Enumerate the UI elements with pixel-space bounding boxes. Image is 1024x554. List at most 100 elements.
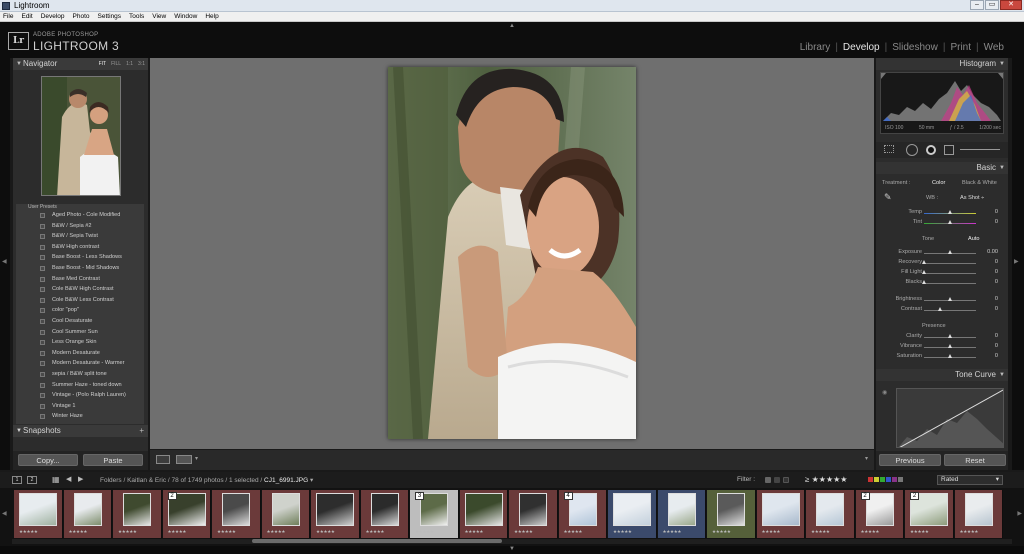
flag-filter-rejected-icon[interactable] — [783, 477, 789, 483]
filmstrip-thumbnail[interactable] — [761, 493, 800, 526]
slider-knob[interactable] — [948, 344, 952, 348]
collapse-right-panel-icon[interactable]: ▶ — [1014, 258, 1019, 265]
stack-count-badge[interactable]: 2 — [167, 492, 177, 500]
navigator-header[interactable]: ▼ Navigator FIT FILL 1:1 3:1 — [13, 58, 148, 70]
filmstrip-cell[interactable]: ★★★★★ — [212, 490, 261, 538]
slider-value[interactable]: 0 — [995, 259, 998, 265]
filmstrip-thumbnail[interactable] — [123, 493, 152, 526]
slider-track[interactable] — [924, 273, 976, 274]
thumbnail-rating[interactable]: ★★★★★ — [514, 529, 533, 535]
main-window-button[interactable]: 1 — [12, 476, 22, 484]
close-button[interactable]: ✕ — [1000, 0, 1022, 10]
source-dropdown-icon[interactable]: ▾ — [310, 477, 313, 484]
filmstrip-thumbnail[interactable] — [222, 493, 251, 526]
filmstrip-scroll-thumb[interactable] — [252, 539, 502, 543]
view-options-dropdown-icon[interactable]: ▾ — [195, 455, 198, 462]
filmstrip-cell[interactable]: ★★★★★ — [459, 490, 508, 538]
filmstrip-cell[interactable]: ★★★★★ — [756, 490, 805, 538]
tone-auto-button[interactable]: Auto — [968, 236, 980, 242]
slider-knob[interactable] — [948, 334, 952, 338]
thumbnail-rating[interactable]: ★★★★★ — [465, 529, 484, 535]
loupe-view[interactable] — [150, 58, 874, 449]
module-develop[interactable]: Develop — [843, 42, 880, 53]
thumbnail-rating[interactable]: ★★★★★ — [217, 529, 236, 535]
filmstrip-cell[interactable]: ★★★★★ — [261, 490, 310, 538]
zoom-1-1[interactable]: 1:1 — [126, 58, 133, 70]
maximize-button[interactable]: ▭ — [985, 0, 999, 10]
thumbnail-rating[interactable]: ★★★★★ — [960, 529, 979, 535]
thumbnail-rating[interactable]: ★★★★★ — [663, 529, 682, 535]
filmstrip-cell[interactable]: ★★★★★ — [113, 490, 162, 538]
slider-brightness[interactable]: Brightness 0 — [876, 295, 1008, 305]
filmstrip-thumbnail[interactable] — [816, 493, 845, 526]
graduated-filter-icon[interactable] — [944, 145, 954, 155]
preset-item[interactable]: Vintage 1 — [16, 401, 144, 412]
filmstrip-thumbnail[interactable] — [667, 493, 696, 526]
color-label-yellow[interactable] — [874, 477, 879, 482]
preset-item[interactable]: Modern Desaturate — [16, 348, 144, 359]
slider-value[interactable]: 0 — [995, 279, 998, 285]
red-eye-icon[interactable] — [926, 145, 936, 155]
menu-develop[interactable]: Develop — [41, 12, 65, 21]
menu-file[interactable]: File — [3, 12, 13, 21]
filmstrip-thumbnail[interactable] — [316, 493, 355, 526]
filmstrip-cell-selected[interactable]: 3 ★★★★★ — [410, 490, 459, 538]
menu-tools[interactable]: Tools — [129, 12, 144, 21]
slider-knob[interactable] — [948, 210, 952, 214]
main-photo[interactable] — [388, 67, 636, 439]
preset-item[interactable]: B&W / Sepia #2 — [16, 221, 144, 232]
preset-item[interactable]: sepia / B&W split tone — [16, 369, 144, 380]
snapshots-header[interactable]: ▼ Snapshots + — [13, 425, 148, 437]
color-label-red[interactable] — [868, 477, 873, 482]
slider-knob[interactable] — [948, 220, 952, 224]
filmstrip-cell[interactable]: 2 ★★★★★ — [905, 490, 954, 538]
filmstrip-cell[interactable]: ★★★★★ — [608, 490, 657, 538]
preset-item[interactable]: Cole B&W High Contrast — [16, 284, 144, 295]
treatment-color[interactable]: Color — [932, 180, 945, 186]
target-adjust-icon[interactable]: ◉ — [882, 389, 887, 396]
preset-item[interactable]: Base Boost - Less Shadows — [16, 252, 144, 263]
treatment-black-white[interactable]: Black & White — [962, 180, 997, 186]
before-after-icon[interactable] — [176, 455, 192, 464]
filmstrip-thumbnail[interactable] — [717, 493, 746, 526]
module-web[interactable]: Web — [984, 42, 1004, 53]
filmstrip-thumbnail[interactable] — [865, 493, 894, 526]
slider-knob[interactable] — [948, 250, 952, 254]
preset-item[interactable]: Summer Haze - toned down — [16, 380, 144, 391]
slider-value[interactable]: 0 — [995, 219, 998, 225]
color-label-purple[interactable] — [892, 477, 897, 482]
previous-button[interactable]: Previous — [879, 454, 941, 466]
slider-value[interactable]: 0 — [995, 269, 998, 275]
thumbnail-rating[interactable]: ★★★★★ — [316, 529, 335, 535]
color-label-green[interactable] — [880, 477, 885, 482]
filmstrip-cell[interactable]: 2 ★★★★★ — [855, 490, 904, 538]
filmstrip-thumbnail[interactable] — [420, 493, 449, 526]
thumbnail-rating[interactable]: ★★★★★ — [811, 529, 830, 535]
filmstrip-thumbnail[interactable] — [370, 493, 399, 526]
preset-item[interactable]: Cole B&W Less Contrast — [16, 295, 144, 306]
filmstrip-cell[interactable]: ★★★★★ — [707, 490, 756, 538]
slider-recovery[interactable]: Recovery 0 — [876, 258, 1008, 268]
stack-count-badge[interactable]: 4 — [563, 492, 573, 500]
back-arrow-icon[interactable]: ◀ — [66, 475, 71, 483]
filmstrip-scroll-right-icon[interactable]: ▶ — [1017, 510, 1022, 517]
flag-filter-picked-icon[interactable] — [765, 477, 771, 483]
filmstrip-cell[interactable]: ★★★★★ — [360, 490, 409, 538]
stack-count-badge[interactable]: 2 — [910, 492, 919, 500]
loupe-view-icon[interactable] — [156, 455, 170, 464]
preset-item[interactable]: Vintage - (Polo Ralph Lauren) — [16, 390, 144, 401]
thumbnail-rating[interactable]: ★★★★★ — [69, 529, 88, 535]
slider-tint[interactable]: Tint 0 — [876, 218, 1008, 228]
slider-contrast[interactable]: Contrast 0 — [876, 305, 1008, 315]
filter-preset-select[interactable]: Rated ▾ — [937, 475, 1003, 485]
thumbnail-rating[interactable]: ★★★★★ — [564, 529, 583, 535]
slider-blacks[interactable]: Blacks 0 — [876, 278, 1008, 288]
bottom-panel-edge[interactable]: ▼ — [0, 546, 1024, 554]
slider-track[interactable] — [924, 283, 976, 284]
slider-fill-light[interactable]: Fill Light 0 — [876, 268, 1008, 278]
filmstrip-thumbnail[interactable] — [271, 493, 300, 526]
preset-item[interactable]: Less Orange Skin — [16, 337, 144, 348]
thumbnail-rating[interactable]: ★★★★★ — [19, 529, 38, 535]
histogram-header[interactable]: Histogram ▼ — [876, 58, 1008, 70]
thumbnail-rating[interactable]: ★★★★★ — [168, 529, 187, 535]
